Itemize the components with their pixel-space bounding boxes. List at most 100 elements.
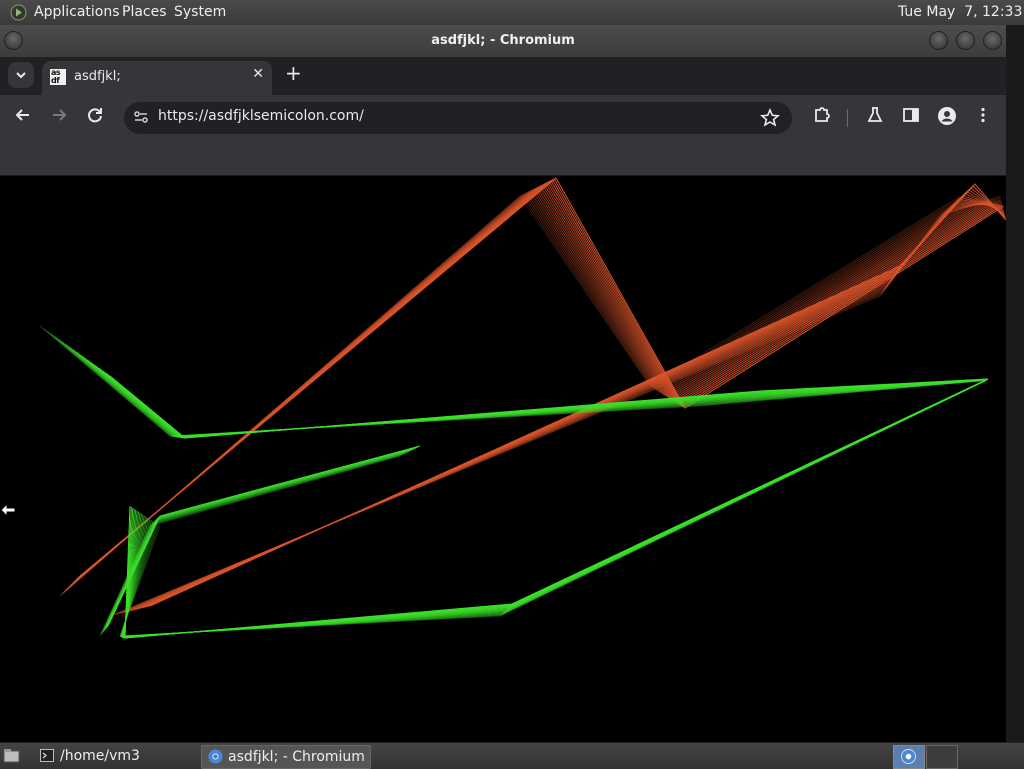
taskbar: /home/vm3 asdfjkl; - Chromium — [0, 742, 1024, 769]
browser-window: asdfjkl; - Chromium as df asdfjkl; ✕ + h… — [0, 25, 1006, 742]
forward-icon — [53, 109, 67, 121]
desktop-edge — [1006, 25, 1024, 742]
trail-line — [94, 365, 987, 439]
trail-line — [123, 379, 988, 639]
address-bar[interactable]: https://asdfjklsemicolon.com/ — [124, 102, 792, 134]
trail-line — [72, 184, 988, 585]
labs-button[interactable] — [863, 106, 887, 129]
tab-close-button[interactable]: ✕ — [252, 66, 264, 82]
window-title: asdfjkl; - Chromium — [431, 33, 575, 48]
trail-line — [120, 380, 986, 638]
forward-button[interactable] — [47, 106, 71, 129]
menu-button[interactable] — [971, 106, 995, 129]
trail-line — [78, 178, 1003, 578]
reload-button[interactable] — [83, 106, 107, 129]
trail-line — [124, 378, 989, 639]
side-panel-icon — [903, 108, 919, 122]
trail-line — [119, 380, 986, 637]
green-trail-c — [99, 445, 421, 637]
window-titlebar[interactable]: asdfjkl; - Chromium — [0, 25, 1006, 57]
task-label: /home/vm3 — [60, 748, 140, 764]
trail-line — [119, 380, 986, 637]
side-panel-button[interactable] — [899, 106, 923, 129]
trail-line — [114, 198, 1001, 616]
extensions-button[interactable] — [810, 106, 834, 129]
extensions-icon — [815, 107, 830, 122]
trail-line — [121, 379, 987, 638]
trail-line — [122, 379, 988, 638]
trail-line — [122, 379, 987, 638]
toolbar-divider — [847, 109, 848, 127]
trail-line — [122, 379, 987, 638]
trail-line — [123, 378, 988, 639]
new-tab-button[interactable]: + — [285, 61, 302, 85]
show-desktop-icon[interactable] — [3, 748, 20, 763]
trail-line — [83, 357, 986, 438]
trail-line — [79, 177, 1005, 577]
window-menu-button[interactable] — [4, 31, 23, 50]
tab-strip: as df asdfjkl; ✕ + — [0, 57, 1006, 95]
trail-line — [87, 359, 986, 438]
tab-title: asdfjkl; — [74, 69, 121, 84]
chevron-down-icon — [16, 72, 26, 79]
trail-line — [123, 379, 988, 638]
page-content[interactable] — [0, 176, 1006, 742]
close-window-button[interactable] — [983, 31, 1002, 50]
trail-line — [50, 333, 982, 437]
system-menu[interactable]: System — [174, 0, 226, 25]
favicon-icon: as df — [50, 69, 66, 85]
trail-line — [73, 183, 990, 584]
maximize-button[interactable] — [956, 31, 975, 50]
site-info-icon[interactable] — [133, 109, 149, 125]
trail-line — [121, 379, 987, 638]
trail-line — [122, 379, 988, 638]
trail-line — [119, 380, 986, 637]
trail-line — [80, 354, 985, 438]
bookmarks-bar — [0, 141, 1006, 176]
trail-line — [124, 378, 989, 639]
chromium-icon — [901, 749, 916, 764]
back-button[interactable] — [11, 106, 35, 129]
line-art-canvas — [39, 177, 1006, 639]
trail-line — [98, 367, 987, 439]
trail-line — [121, 379, 987, 638]
places-menu[interactable]: Places — [122, 0, 167, 25]
tab-search-button[interactable] — [8, 62, 34, 88]
mouse-cursor-icon — [0, 503, 16, 517]
applications-menu[interactable]: Applications — [34, 0, 120, 25]
star-icon[interactable] — [760, 108, 780, 128]
reload-icon — [88, 108, 102, 123]
trail-line — [43, 328, 981, 437]
profile-icon — [938, 107, 956, 125]
trail-line — [123, 378, 988, 639]
task-terminal[interactable]: /home/vm3 — [34, 745, 220, 767]
trail-line — [91, 362, 986, 438]
url-text[interactable]: https://asdfjklsemicolon.com/ — [158, 108, 364, 124]
trail-line — [73, 182, 992, 583]
back-icon — [15, 109, 29, 121]
menu-icon — [981, 107, 985, 123]
trail-line — [120, 379, 987, 638]
trail-line — [59, 195, 961, 597]
trail-line — [76, 351, 985, 438]
clock[interactable]: Tue May 7, 12:33 PM — [898, 0, 1024, 25]
minimize-button[interactable] — [929, 31, 948, 50]
workspace-switcher[interactable] — [893, 745, 925, 769]
task-label: asdfjkl; - Chromium — [228, 749, 365, 765]
trail-line — [74, 181, 994, 582]
labs-icon — [867, 107, 883, 122]
trail-line — [123, 378, 988, 639]
trail-line — [120, 380, 986, 637]
profile-button[interactable] — [935, 106, 959, 131]
workspace-2[interactable] — [926, 745, 958, 769]
green-trail-b — [119, 378, 989, 639]
top-panel: Applications Places System Tue May 7, 12… — [0, 0, 1024, 26]
task-chromium[interactable]: asdfjkl; - Chromium — [201, 745, 371, 769]
trail-line — [77, 178, 1001, 579]
terminal-icon — [40, 749, 54, 762]
trail-line — [71, 184, 986, 585]
trail-line — [47, 330, 981, 437]
applications-icon[interactable] — [10, 4, 27, 21]
green-trail-a — [39, 325, 989, 439]
tab-active[interactable]: as df asdfjkl; ✕ — [42, 61, 272, 95]
